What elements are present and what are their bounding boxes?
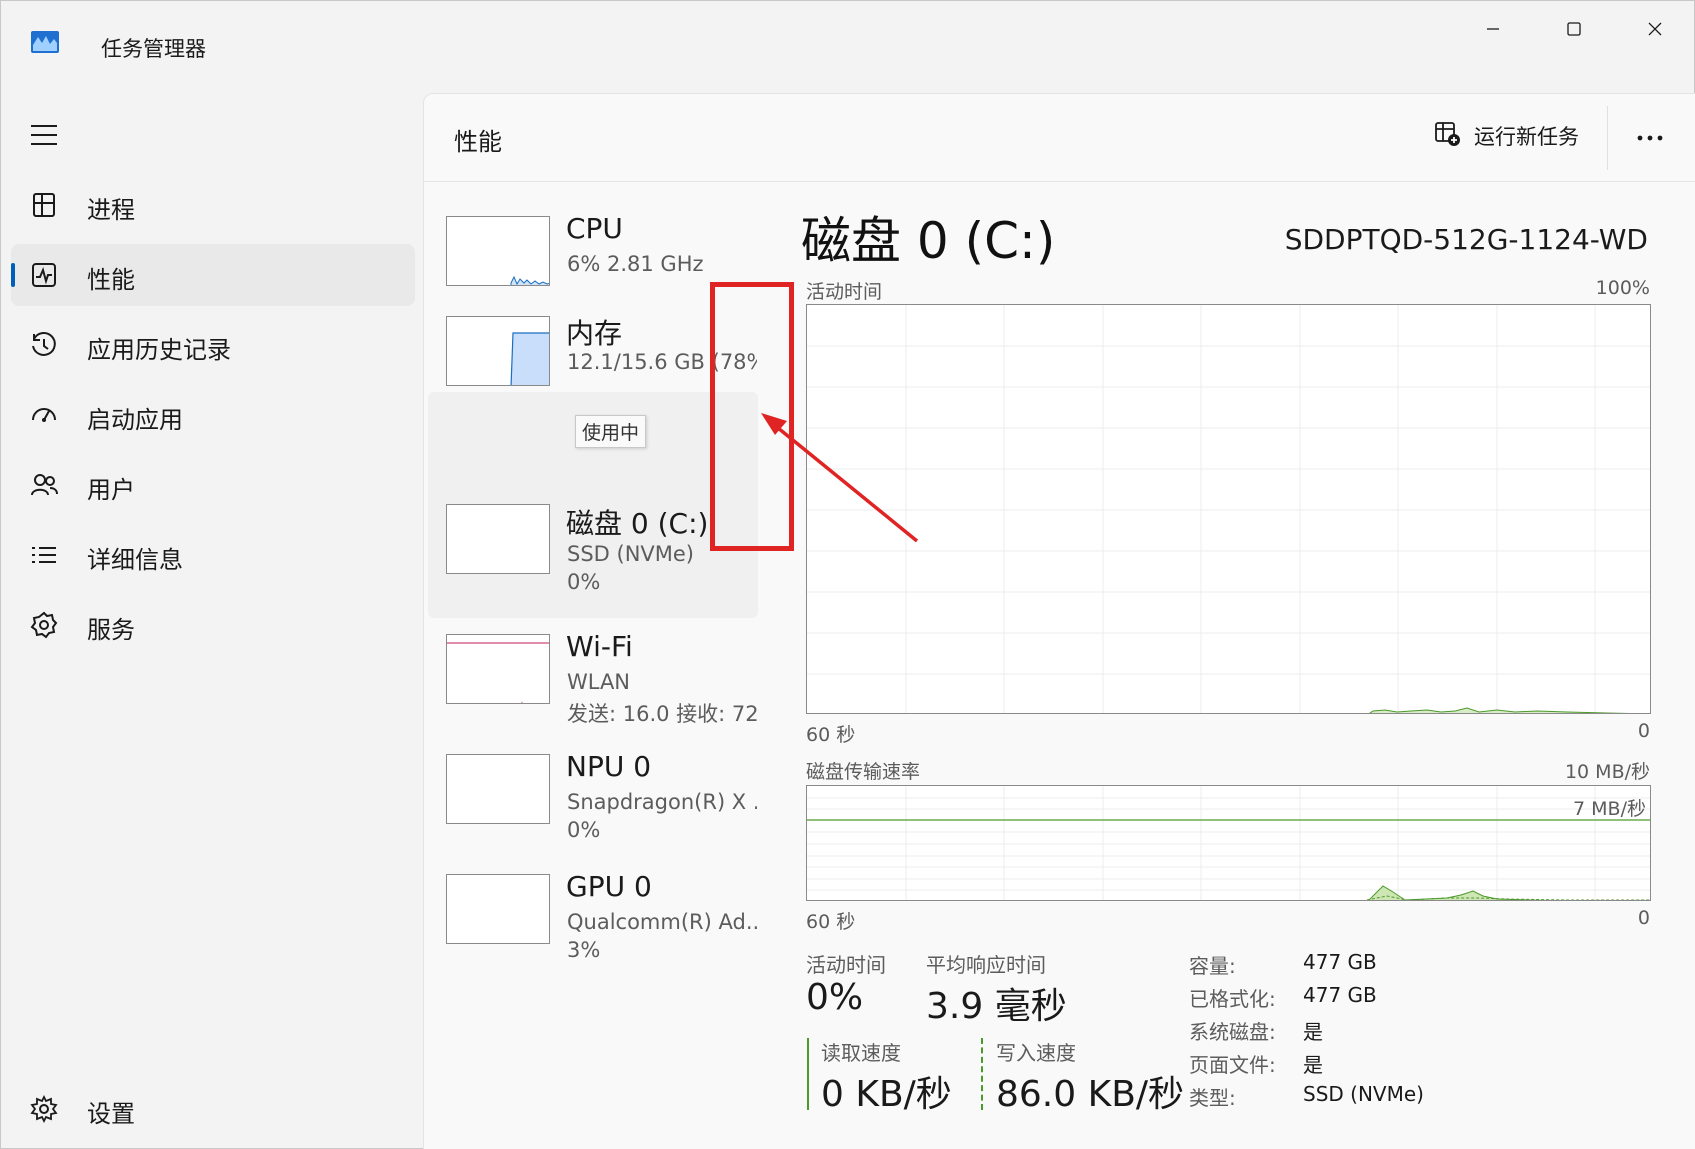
device-item-cpu[interactable]: CPU 6% 2.81 GHz (428, 204, 758, 312)
app-history-icon (29, 330, 59, 360)
details-icon (29, 540, 59, 570)
capacity-value: 477 GB (1303, 950, 1377, 974)
memory-thumbnail-graph (446, 316, 550, 386)
nav-label: 启动应用 (87, 406, 183, 434)
nav-item-services[interactable]: 服务 (11, 594, 415, 656)
read-speed-indicator (807, 1038, 809, 1110)
more-options-icon[interactable] (1630, 120, 1670, 156)
device-item-gpu[interactable]: GPU 0 Qualcomm(R) Ad.. 3% (428, 772, 758, 962)
nav-label: 服务 (87, 616, 135, 644)
active-time-chart-label: 活动时间 (806, 281, 883, 303)
capacity-key: 容量: (1189, 954, 1236, 978)
nav-label: 设置 (87, 1100, 135, 1128)
formatted-value: 477 GB (1303, 983, 1377, 1007)
active-time-x-right: 0 (1637, 720, 1650, 742)
active-time-x-left: 60 秒 (806, 724, 856, 746)
nav-label: 用户 (87, 476, 135, 504)
services-icon (29, 610, 59, 640)
active-time-stat-value: 0% (806, 977, 864, 1018)
device-detail: 6% 2.81 GHz (567, 252, 704, 276)
page-file-value: 是 (1303, 1053, 1323, 1077)
title-bar: 任务管理器 (1, 1, 1694, 91)
users-icon (29, 470, 59, 500)
transfer-rate-chart-max: 10 MB/秒 (1564, 761, 1650, 783)
app-title: 任务管理器 (101, 37, 206, 61)
nav-item-processes[interactable]: 进程 (11, 174, 415, 236)
device-detail: 3% (567, 938, 601, 962)
write-speed-label: 写入速度 (996, 1041, 1076, 1065)
header-separator (1607, 106, 1608, 170)
performance-icon (29, 260, 59, 290)
transfer-rate-chart-label: 磁盘传输速率 (806, 761, 921, 783)
nav-item-performance[interactable]: 性能 (11, 244, 415, 306)
transfer-rate-line-label: 7 MB/秒 (1573, 798, 1646, 820)
page-title: 性能 (454, 128, 502, 156)
gpu-thumbnail-graph (446, 874, 550, 944)
nav-item-app-history[interactable]: 应用历史记录 (11, 314, 415, 376)
device-item-npu[interactable]: NPU 0 Snapdragon(R) X .. 0% (428, 652, 758, 842)
avg-response-value: 3.9 毫秒 (926, 986, 1067, 1027)
device-name: GPU 0 (566, 870, 652, 903)
formatted-key: 已格式化: (1189, 987, 1276, 1011)
nav-item-details[interactable]: 详细信息 (11, 524, 415, 586)
detail-title: 磁盘 0 (C:) (801, 212, 1056, 270)
device-name: CPU (566, 212, 623, 245)
maximize-button[interactable] (1547, 15, 1601, 43)
type-key: 类型: (1189, 1086, 1236, 1110)
transfer-rate-x-right: 0 (1637, 907, 1650, 929)
system-disk-key: 系统磁盘: (1189, 1020, 1276, 1044)
device-detail: Qualcomm(R) Ad.. (567, 910, 757, 934)
task-manager-window: 任务管理器 进程 性能 应用历史记录 启动应用 用户 详细信息 服务 设置 性能… (0, 0, 1695, 1149)
nav-item-users[interactable]: 用户 (11, 454, 415, 516)
nav-label: 性能 (87, 266, 135, 294)
nav-label: 详细信息 (87, 546, 183, 574)
main-header: 性能 运行新任务 (424, 94, 1695, 182)
page-file-key: 页面文件: (1189, 1053, 1276, 1077)
read-speed-value: 0 KB/秒 (821, 1074, 952, 1115)
active-time-stat-label: 活动时间 (806, 953, 886, 977)
minimize-button[interactable] (1466, 15, 1520, 43)
avg-response-label: 平均响应时间 (926, 953, 1046, 977)
type-value: SSD (NVMe) (1303, 1082, 1424, 1106)
device-item-wifi[interactable]: Wi-Fi WLAN 发送: 16.0 接收: 72. (428, 532, 758, 726)
nav-item-settings[interactable]: 设置 (11, 1078, 415, 1140)
transfer-rate-x-left: 60 秒 (806, 911, 856, 933)
settings-icon (29, 1094, 59, 1124)
hamburger-menu-icon[interactable] (29, 121, 59, 149)
annotation-arrow-icon (761, 413, 919, 543)
transfer-rate-graph: 7 MB/秒 (806, 785, 1651, 901)
close-button[interactable] (1628, 15, 1682, 43)
run-new-task-button[interactable]: 运行新任务 (1434, 116, 1579, 156)
active-indicator (11, 263, 15, 287)
task-manager-logo-icon (31, 31, 59, 53)
startup-apps-icon (29, 400, 59, 430)
processes-icon (29, 190, 59, 220)
write-speed-value: 86.0 KB/秒 (996, 1074, 1185, 1115)
disk-model: SDDPTQD-512G-1124-WD (1284, 223, 1648, 256)
nav-label: 进程 (87, 196, 135, 224)
nav-label: 应用历史记录 (87, 336, 231, 364)
active-time-chart-max: 100% (1595, 277, 1650, 299)
run-task-icon (1434, 120, 1462, 153)
device-name: 内存 (566, 317, 623, 350)
read-speed-label: 读取速度 (821, 1041, 901, 1065)
in-use-tooltip: 使用中 (575, 415, 647, 448)
run-task-label: 运行新任务 (1474, 125, 1579, 149)
write-speed-indicator (981, 1038, 983, 1110)
cpu-thumbnail-graph (446, 216, 550, 286)
system-disk-value: 是 (1303, 1020, 1323, 1044)
nav-item-startup-apps[interactable]: 启动应用 (11, 384, 415, 446)
